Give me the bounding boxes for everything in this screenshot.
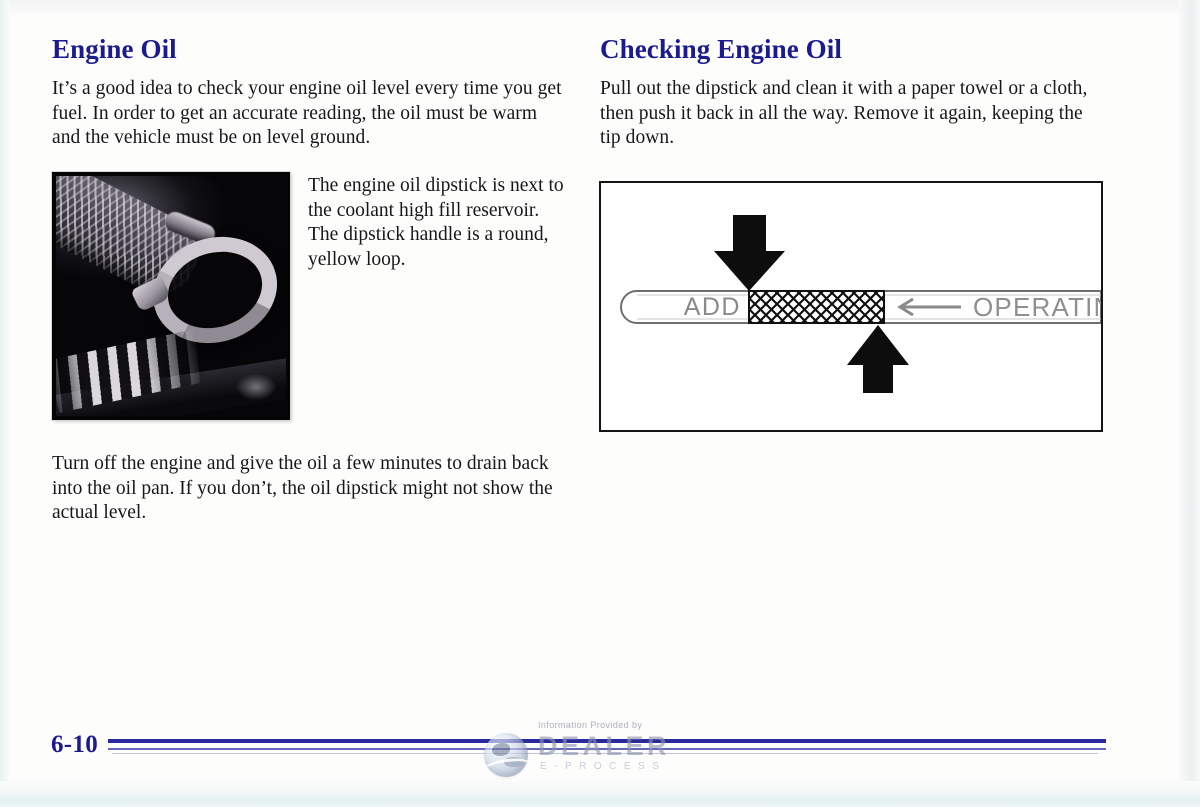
dealer-eprocess-watermark: Information Provided by DEALER E-PROCESS <box>484 720 716 782</box>
add-label: ADD <box>684 293 741 321</box>
scan-edge-right <box>1178 0 1200 807</box>
photo-caption: The engine oil dipstick is next to the c… <box>308 175 564 270</box>
page-title-engine-oil: Engine Oil <box>52 34 177 64</box>
globe-landmass-north <box>492 743 510 756</box>
photo-and-caption-row: The engine oil dipstick is next to the c… <box>52 172 564 422</box>
watermark-provided-by-text: Information Provided by <box>538 720 643 730</box>
engine-oil-closing-paragraph: Turn off the engine and give the oil a f… <box>52 453 553 523</box>
operating-range-label: OPERATING RANGE <box>973 292 1101 322</box>
scan-edge-top <box>0 0 1200 14</box>
left-column: Engine Oil It’s a good idea to check you… <box>52 34 564 151</box>
globe-swoosh <box>484 755 528 777</box>
dipstick-handle-photo <box>52 172 290 420</box>
page-number: 6-10 <box>51 731 99 758</box>
engine-oil-intro-paragraph: It’s a good idea to check your engine oi… <box>52 78 562 148</box>
manual-page: Engine Oil It’s a good idea to check you… <box>0 0 1200 807</box>
crosshatch-zone <box>748 290 885 324</box>
watermark-brand-text: DEALER <box>538 731 671 761</box>
dipstick-range-diagram: ADD OPERATING RANGE <box>599 181 1103 432</box>
photo-highlight <box>236 374 276 400</box>
down-arrow-marker <box>714 215 785 291</box>
scan-edge-left <box>0 0 10 807</box>
right-column: Checking Engine Oil Pull out the dipstic… <box>600 34 1105 151</box>
globe-icon <box>484 733 528 777</box>
section-title-checking-engine-oil: Checking Engine Oil <box>600 34 842 64</box>
up-arrow-marker <box>847 325 909 393</box>
photo-image <box>56 176 286 416</box>
watermark-tagline-text: E-PROCESS <box>540 761 667 772</box>
page-footer: 6-10 Information Provided by DEALER E-PR… <box>0 720 1200 786</box>
dipstick-diagram-svg: ADD OPERATING RANGE <box>620 215 1101 393</box>
checking-engine-oil-paragraph: Pull out the dipstick and clean it with … <box>600 78 1088 148</box>
